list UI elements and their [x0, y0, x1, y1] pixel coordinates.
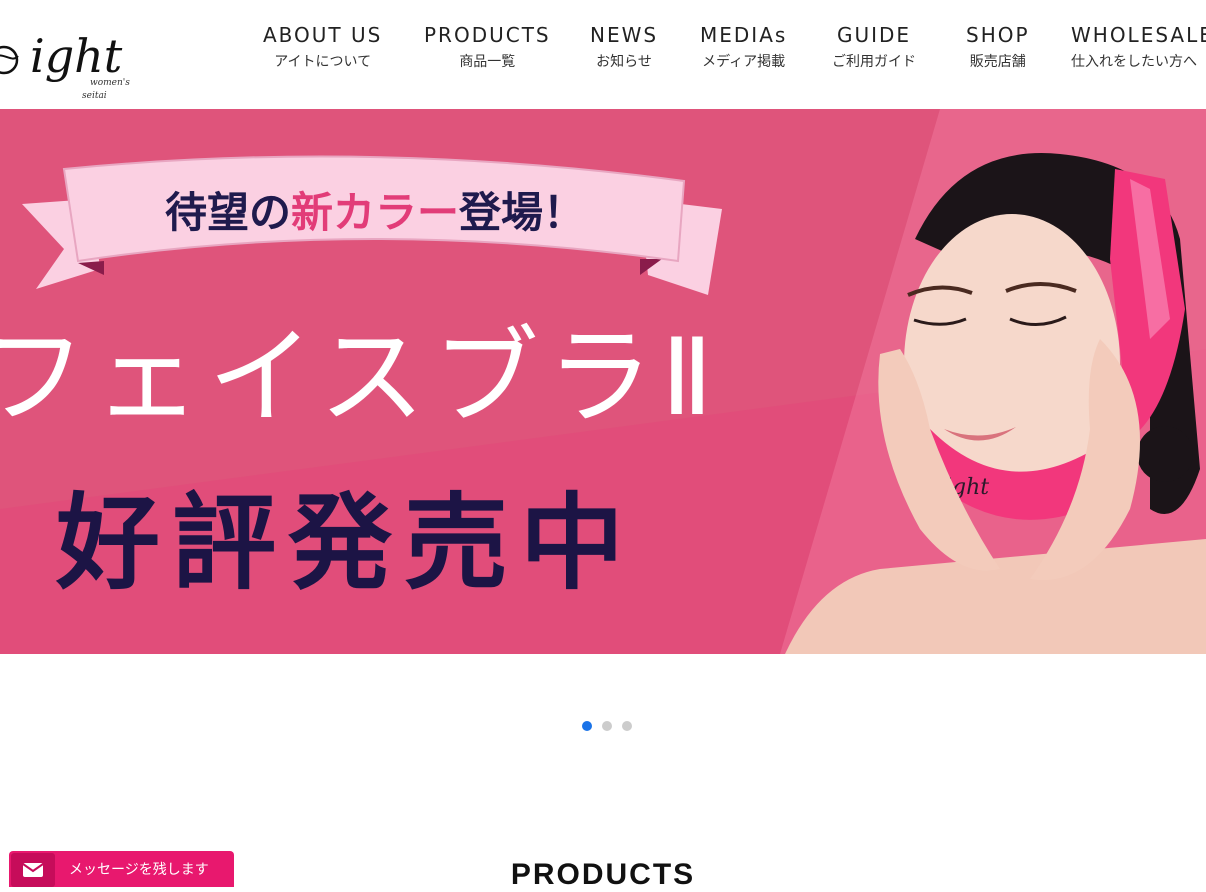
- nav-item-shop[interactable]: SHOP 販売店舗: [966, 22, 1030, 71]
- slider-dot-3[interactable]: [622, 721, 632, 731]
- nav-label-ja: 仕入れをしたい方へ: [1071, 54, 1197, 70]
- nav-label-en: NEWS: [590, 23, 659, 47]
- ribbon-text-2: 登場！: [458, 188, 585, 237]
- hero-slider[interactable]: 待望の新カラー登場！ フェイスブラⅡ 好評発売中 ight: [0, 109, 1206, 654]
- leave-message-label: メッセージを残します: [69, 862, 209, 878]
- nav-label-ja: アイトについて: [274, 54, 372, 70]
- nav-item-wholesale[interactable]: WHOLESALE 仕入れをしたい方へ: [1071, 22, 1206, 71]
- nav-item-guide[interactable]: GUIDE ご利用ガイド: [832, 22, 916, 71]
- ribbon-text-1: 待望の: [165, 188, 291, 237]
- nav-label-en: MEDIAs: [700, 23, 788, 47]
- site-header: ight women's seitai ABOUT US アイトについて PRO…: [0, 0, 1206, 109]
- nav-label-en: GUIDE: [836, 23, 912, 47]
- nav-item-products[interactable]: PRODUCTS 商品一覧: [424, 22, 551, 71]
- nav-label-en: ABOUT US: [263, 23, 383, 47]
- tagline: 好評発売中: [55, 482, 636, 604]
- nav-label-ja: ご利用ガイド: [832, 54, 916, 70]
- nav-label-ja: メディア掲載: [702, 54, 786, 70]
- nav-label-en: SHOP: [966, 23, 1030, 47]
- nav-label-ja: 商品一覧: [459, 54, 516, 70]
- ribbon-highlight: 新カラー: [291, 188, 459, 237]
- main-nav: ABOUT US アイトについて PRODUCTS 商品一覧 NEWS お知らせ…: [0, 0, 1206, 109]
- nav-item-news[interactable]: NEWS お知らせ: [590, 22, 658, 71]
- product-name: フェイスブラⅡ: [0, 316, 721, 439]
- nav-label-ja: お知らせ: [596, 54, 652, 70]
- nav-label-en: WHOLESALE: [1071, 23, 1206, 47]
- hero-banner: 待望の新カラー登場！ フェイスブラⅡ 好評発売中 ight: [0, 109, 1206, 654]
- nav-label-en: PRODUCTS: [424, 23, 551, 47]
- svg-text:待望の新カラー登場！: 待望の新カラー登場！: [165, 188, 585, 237]
- nav-item-medias[interactable]: MEDIAs メディア掲載: [700, 22, 787, 71]
- nav-label-ja: 販売店舗: [969, 54, 1026, 70]
- slider-dot-2[interactable]: [602, 721, 612, 731]
- envelope-icon: [11, 853, 55, 887]
- slider-dot-1[interactable]: [582, 721, 592, 731]
- nav-item-about-us[interactable]: ABOUT US アイトについて: [263, 22, 382, 71]
- leave-message-button[interactable]: メッセージを残します: [9, 851, 234, 887]
